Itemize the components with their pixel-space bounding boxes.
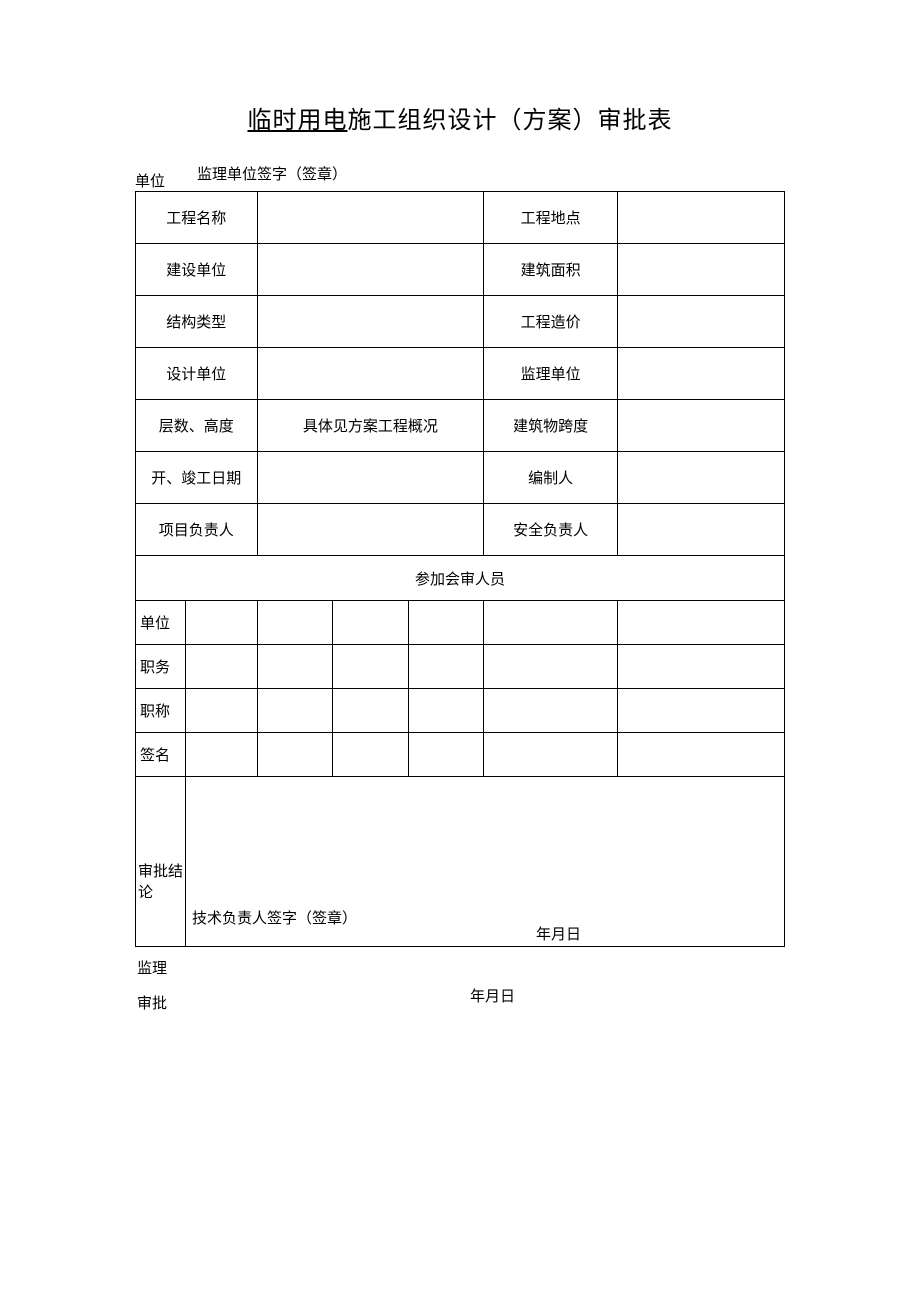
label-unit: 单位 (136, 601, 186, 645)
value-supervision-unit[interactable] (617, 348, 784, 400)
review-cell[interactable] (484, 601, 618, 645)
label-construction-unit: 建设单位 (136, 244, 258, 296)
label-structure-type: 结构类型 (136, 296, 258, 348)
review-cell[interactable] (257, 601, 333, 645)
table-row: 设计单位 监理单位 (136, 348, 785, 400)
review-cell[interactable] (257, 645, 333, 689)
review-cell[interactable] (333, 645, 409, 689)
value-project-cost[interactable] (617, 296, 784, 348)
conclusion-label-text: 审批结论 (138, 862, 185, 904)
value-start-end-date[interactable] (257, 452, 484, 504)
table-row: 签名 (136, 733, 785, 777)
table-row: 项目负责人 安全负责人 (136, 504, 785, 556)
label-project-cost: 工程造价 (484, 296, 618, 348)
review-cell[interactable] (617, 733, 784, 777)
value-project-location[interactable] (617, 192, 784, 244)
header-line: 单位 监理单位签字（签章） (135, 165, 785, 187)
label-title: 职称 (136, 689, 186, 733)
conclusion-row: 审批结论 技术负责人签字（签章） 年月日 (136, 777, 785, 947)
review-cell[interactable] (333, 689, 409, 733)
label-project-manager: 项目负责人 (136, 504, 258, 556)
value-safety-manager[interactable] (617, 504, 784, 556)
conclusion-body[interactable]: 技术负责人签字（签章） 年月日 (186, 777, 785, 947)
label-compiler: 编制人 (484, 452, 618, 504)
label-approval-conclusion: 审批结论 (136, 777, 186, 947)
review-cell[interactable] (408, 733, 484, 777)
table-row: 层数、高度 具体见方案工程概况 建筑物跨度 (136, 400, 785, 452)
review-cell[interactable] (484, 645, 618, 689)
header-unit-label: 单位 (135, 170, 165, 191)
label-design-unit: 设计单位 (136, 348, 258, 400)
review-participants-header: 参加会审人员 (136, 556, 785, 601)
table-row: 工程名称 工程地点 (136, 192, 785, 244)
footer-date: 年月日 (470, 985, 515, 1006)
review-cell[interactable] (408, 645, 484, 689)
label-safety-manager: 安全负责人 (484, 504, 618, 556)
review-cell[interactable] (186, 601, 258, 645)
table-row: 单位 (136, 601, 785, 645)
footer-approval: 审批 (137, 992, 167, 1013)
footer-supervision: 监理 (137, 957, 167, 978)
label-building-span: 建筑物跨度 (484, 400, 618, 452)
label-start-end-date: 开、竣工日期 (136, 452, 258, 504)
table-row: 结构类型 工程造价 (136, 296, 785, 348)
value-design-unit[interactable] (257, 348, 484, 400)
footer: 监理 审批 年月日 (135, 957, 785, 1027)
label-project-location: 工程地点 (484, 192, 618, 244)
value-building-area[interactable] (617, 244, 784, 296)
tech-manager-sign: 技术负责人签字（签章） (192, 907, 357, 928)
review-cell[interactable] (333, 733, 409, 777)
review-cell[interactable] (617, 645, 784, 689)
review-cell[interactable] (257, 733, 333, 777)
review-cell[interactable] (333, 601, 409, 645)
review-cell[interactable] (617, 601, 784, 645)
value-floors-height[interactable]: 具体见方案工程概况 (257, 400, 484, 452)
review-cell[interactable] (186, 645, 258, 689)
label-project-name: 工程名称 (136, 192, 258, 244)
title-rest: 施工组织设计（方案）审批表 (348, 108, 673, 134)
value-construction-unit[interactable] (257, 244, 484, 296)
review-cell[interactable] (257, 689, 333, 733)
table-row: 职称 (136, 689, 785, 733)
header-supervisor-sign: 监理单位签字（签章） (197, 163, 347, 184)
value-structure-type[interactable] (257, 296, 484, 348)
label-signature: 签名 (136, 733, 186, 777)
review-cell[interactable] (408, 689, 484, 733)
value-building-span[interactable] (617, 400, 784, 452)
review-cell[interactable] (484, 733, 618, 777)
value-project-name[interactable] (257, 192, 484, 244)
approval-table: 工程名称 工程地点 建设单位 建筑面积 结构类型 工程造价 设计单位 监理单位 … (135, 191, 785, 947)
table-row: 开、竣工日期 编制人 (136, 452, 785, 504)
value-compiler[interactable] (617, 452, 784, 504)
table-row: 建设单位 建筑面积 (136, 244, 785, 296)
review-cell[interactable] (186, 689, 258, 733)
review-cell[interactable] (484, 689, 618, 733)
review-cell[interactable] (186, 733, 258, 777)
review-header-row: 参加会审人员 (136, 556, 785, 601)
label-floors-height: 层数、高度 (136, 400, 258, 452)
title-underlined: 临时用电 (248, 108, 348, 134)
label-supervision-unit: 监理单位 (484, 348, 618, 400)
value-project-manager[interactable] (257, 504, 484, 556)
label-building-area: 建筑面积 (484, 244, 618, 296)
review-cell[interactable] (617, 689, 784, 733)
page-title: 临时用电施工组织设计（方案）审批表 (135, 100, 785, 135)
label-position: 职务 (136, 645, 186, 689)
review-cell[interactable] (408, 601, 484, 645)
conclusion-date: 年月日 (536, 923, 581, 944)
table-row: 职务 (136, 645, 785, 689)
